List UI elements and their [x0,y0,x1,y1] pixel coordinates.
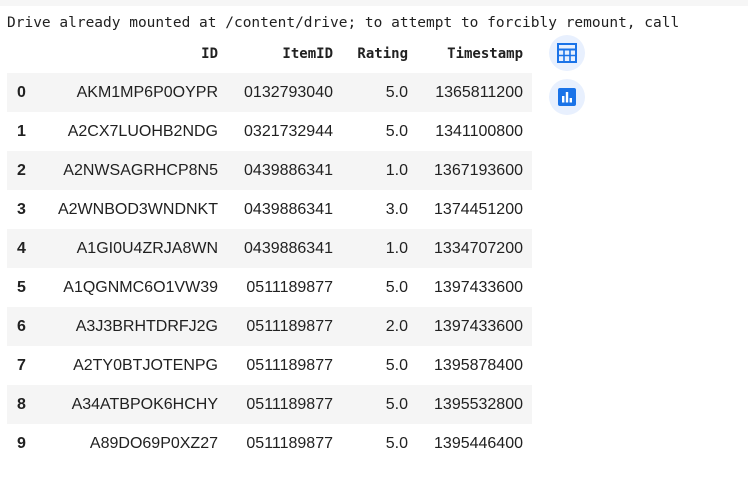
cell-rating: 5.0 [385,434,408,452]
cell-rating: 5.0 [385,278,408,296]
cell-timestamp: 1374451200 [434,200,523,218]
column-header-rating: Rating [357,46,408,62]
row-index: 8 [17,395,26,413]
cell-itemid: 0439886341 [244,161,333,179]
cell-timestamp: 1334707200 [434,239,523,257]
table-row: 7 A2TY0BTJOTENPG 0511189877 5.0 13958784… [7,346,532,385]
cell-itemid: 0439886341 [244,200,333,218]
table-row: 5 A1QGNMC6O1VW39 0511189877 5.0 13974336… [7,268,532,307]
cell-rating: 5.0 [385,356,408,374]
console-output: Drive already mounted at /content/drive;… [7,15,680,31]
row-index: 9 [17,434,26,452]
cell-timestamp: 1395446400 [434,434,523,452]
cell-timestamp: 1367193600 [434,161,523,179]
column-header-id: ID [201,46,218,62]
cell-id: A1GI0U4ZRJA8WN [76,239,218,257]
table-header-row: ID ItemID Rating Timestamp [7,35,532,73]
cell-id: A34ATBPOK6HCHY [71,395,218,413]
row-index: 6 [17,317,26,335]
table-row: 9 A89DO69P0XZ27 0511189877 5.0 139544640… [7,424,532,463]
table-row: 3 A2WNBOD3WNDNKT 0439886341 3.0 13744512… [7,190,532,229]
cell-timestamp: 1365811200 [435,83,523,101]
cell-id: A3J3BRHTDRFJ2G [75,317,218,335]
row-index: 3 [17,200,26,218]
cell-itemid: 0511189877 [246,434,333,452]
cell-itemid: 0511189877 [246,395,333,413]
cell-itemid: 0511189877 [246,278,333,296]
cell-timestamp: 1397433600 [434,317,523,335]
cell-rating: 1.0 [385,239,408,257]
cell-rating: 1.0 [385,161,408,179]
dataframe-table: ID ItemID Rating Timestamp 0 AKM1MP6P0OY… [7,35,532,463]
bar-chart-icon [556,86,578,108]
cell-timestamp: 1395532800 [434,395,523,413]
cell-rating: 2.0 [385,317,408,335]
cell-id: AKM1MP6P0OYPR [76,83,218,101]
cell-itemid: 0321732944 [244,122,333,140]
cell-rating: 3.0 [385,200,408,218]
column-header-timestamp: Timestamp [447,46,523,62]
cell-id: A2WNBOD3WNDNKT [57,200,218,218]
table-row: 1 A2CX7LUOHB2NDG 0321732944 5.0 13411008… [7,112,532,151]
suggest-charts-button[interactable] [549,79,585,115]
cell-rating: 5.0 [385,395,408,413]
cell-timestamp: 1341100800 [435,122,523,140]
cell-itemid: 0439886341 [244,239,333,257]
row-index: 1 [17,122,26,140]
convert-to-interactive-table-button[interactable] [549,35,585,71]
row-index: 7 [17,356,26,374]
index-header [7,35,41,73]
cell-rating: 5.0 [385,122,408,140]
table-row: 8 A34ATBPOK6HCHY 0511189877 5.0 13955328… [7,385,532,424]
cell-id: A2NWSAGRHCP8N5 [63,161,218,179]
output-cell-top-border [0,0,748,6]
cell-id: A89DO69P0XZ27 [89,434,218,452]
table-row: 2 A2NWSAGRHCP8N5 0439886341 1.0 13671936… [7,151,532,190]
table-row: 4 A1GI0U4ZRJA8WN 0439886341 1.0 13347072… [7,229,532,268]
cell-id: A2TY0BTJOTENPG [73,356,218,374]
table-row: 0 AKM1MP6P0OYPR 0132793040 5.0 136581120… [7,73,532,112]
cell-id: A2CX7LUOHB2NDG [67,122,218,140]
cell-timestamp: 1395878400 [434,356,523,374]
table-row: 6 A3J3BRHTDRFJ2G 0511189877 2.0 13974336… [7,307,532,346]
cell-id: A1QGNMC6O1VW39 [63,278,218,296]
cell-itemid: 0511189877 [246,317,333,335]
cell-timestamp: 1397433600 [434,278,523,296]
cell-itemid: 0511189877 [246,356,333,374]
row-index: 0 [17,83,26,101]
cell-rating: 5.0 [385,83,408,101]
row-index: 5 [17,278,26,296]
table-icon [556,42,578,64]
column-header-itemid: ItemID [282,46,333,62]
cell-itemid: 0132793040 [244,83,333,101]
row-index: 4 [17,239,26,257]
row-index: 2 [17,161,26,179]
